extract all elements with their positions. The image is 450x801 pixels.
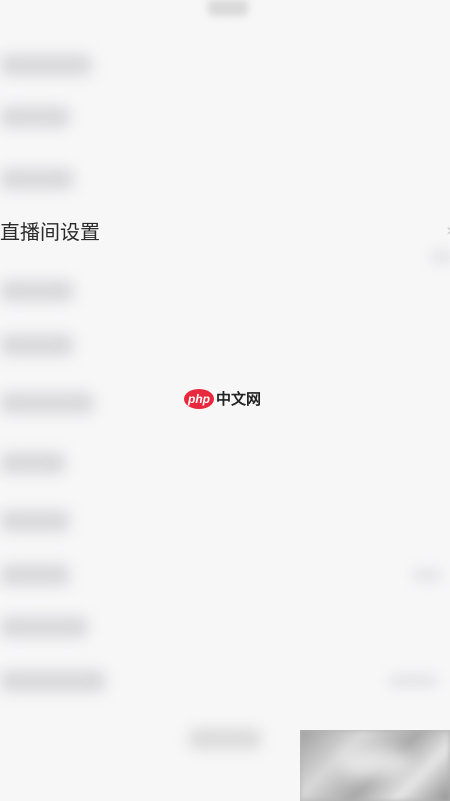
chevron-right-icon: › [446,222,450,240]
row-value-blurred [430,250,450,264]
php-logo-badge: php [184,389,214,409]
video-thumbnail[interactable] [300,730,450,801]
thumbnail-highlight [340,748,410,778]
settings-row-blurred[interactable] [0,106,70,128]
settings-row-blurred[interactable] [0,280,74,302]
row-value-blurred [412,568,442,582]
row-value-blurred [388,674,438,688]
settings-row-blurred[interactable] [0,392,94,414]
php-cn-watermark: php 中文网 [184,388,268,414]
settings-row-blurred[interactable] [0,510,70,532]
bottom-action-button-blurred[interactable] [188,728,262,750]
settings-row-blurred[interactable] [0,168,74,190]
live-room-settings-label: 直播间设置 [0,220,100,244]
settings-row-blurred[interactable] [0,334,74,356]
settings-row-blurred[interactable] [0,452,66,474]
watermark-site-name: 中文网 [216,390,262,408]
settings-row-blurred[interactable] [0,616,88,638]
settings-row-blurred[interactable] [0,670,106,692]
settings-row-blurred[interactable] [0,54,92,76]
settings-row-blurred[interactable] [0,564,70,586]
